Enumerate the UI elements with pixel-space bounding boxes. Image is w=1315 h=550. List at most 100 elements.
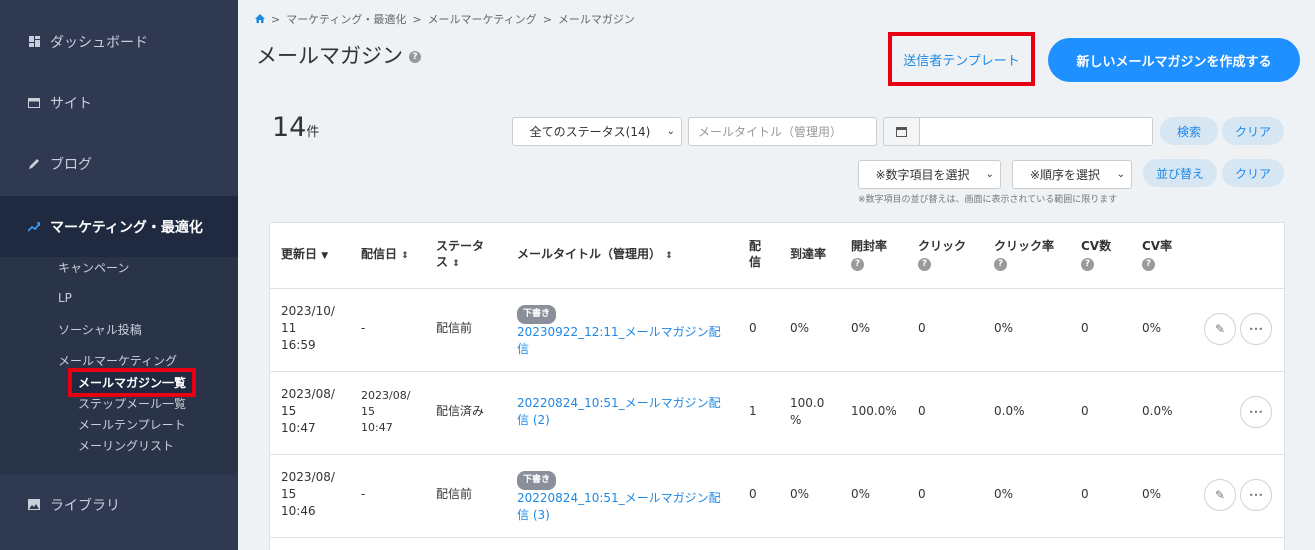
cell-cv: 0	[1081, 321, 1089, 335]
sub-mail-marketing[interactable]: メールマーケティング	[58, 352, 177, 369]
col-status[interactable]: ステータス ⇕	[436, 238, 484, 272]
sort-note: ※数字項目の並び替えは、画面に表示されている範囲に限ります	[858, 195, 1118, 205]
cell-click-rate: 0.0%	[994, 404, 1025, 418]
edit-button[interactable]: ✎	[1204, 313, 1236, 345]
cell-arrival: 100.0 %	[790, 395, 824, 429]
sidebar-item-label: マーケティング・最適化	[50, 219, 203, 236]
image-icon	[28, 499, 40, 511]
cell-send: 0	[749, 487, 757, 501]
sub-magazine-list[interactable]: メールマガジン一覧	[67, 368, 197, 397]
help-icon[interactable]: ?	[918, 257, 931, 271]
sidebar-item-blog[interactable]: ブログ	[0, 133, 238, 194]
more-button[interactable]: •••	[1240, 479, 1272, 511]
cell-text: 2023/08/	[281, 470, 335, 484]
sidebar-item-site[interactable]: サイト	[0, 72, 238, 133]
sort-button[interactable]: 並び替え	[1143, 159, 1217, 187]
row-divider	[270, 454, 1284, 455]
home-icon[interactable]	[255, 13, 265, 26]
cell-status: 配信前	[436, 487, 473, 501]
cell-text: 2023/10/	[281, 304, 335, 318]
help-icon[interactable]: ?	[409, 51, 421, 63]
help-icon[interactable]: ?	[1081, 257, 1094, 271]
cell-delivered: -	[361, 487, 366, 501]
title-link[interactable]: 20220824_10:51_メールマガジン配	[517, 396, 721, 410]
breadcrumb-item: メールマガジン	[557, 13, 635, 26]
sidebar-item-library[interactable]: ライブラリ	[0, 474, 238, 535]
col-cv-rate-label: CV率	[1142, 239, 1173, 253]
col-cv-rate: CV率?	[1142, 238, 1172, 271]
cell-updated: 2023/08/ 15 10:47	[281, 386, 335, 437]
cell-text: 11	[281, 321, 297, 335]
breadcrumb-item[interactable]: メールマーケティング	[428, 11, 537, 27]
title-link[interactable]: 20230922_12:11_メールマガジン配	[517, 325, 721, 339]
sub-social[interactable]: ソーシャル投稿	[58, 321, 142, 338]
cell-text: %	[790, 413, 802, 427]
cell-status: 配信前	[436, 321, 473, 335]
cell-cv-rate: 0%	[1142, 487, 1162, 501]
count-value: 14	[272, 112, 307, 143]
create-magazine-button[interactable]: 新しいメールマガジンを作成する	[1048, 38, 1300, 82]
sub-mail-template[interactable]: メールテンプレート	[78, 416, 186, 433]
edit-button[interactable]: ✎	[1204, 479, 1236, 511]
cell-send: 0	[749, 321, 757, 335]
cell-updated: 2023/10/ 11 16:59	[281, 303, 335, 354]
cell-updated: 2023/08/ 15 10:46	[281, 469, 335, 520]
number-field-select[interactable]: ※数字項目を選択 ⌄	[858, 160, 1001, 189]
search-button[interactable]: 検索	[1160, 117, 1218, 145]
cell-title: 下書き 20230922_12:11_メールマガジン配 信	[517, 304, 721, 358]
order-select[interactable]: ※順序を選択 ⌄	[1012, 160, 1132, 189]
col-title[interactable]: メールタイトル（管理用） ⇕	[517, 246, 673, 264]
date-range-input[interactable]	[919, 117, 1153, 146]
cell-cv-rate: 0%	[1142, 321, 1162, 335]
breadcrumb-item[interactable]: マーケティング・最適化	[286, 11, 406, 27]
cell-cv-rate: 0.0%	[1142, 404, 1173, 418]
col-open: 開封率?	[851, 238, 887, 271]
sidebar-item-dashboard[interactable]: ダッシュボード	[0, 11, 238, 72]
title-search-input[interactable]: メールタイトル（管理用）	[688, 117, 877, 146]
status-select[interactable]: 全てのステータス(14) ⌄	[512, 117, 682, 146]
cell-click: 0	[918, 404, 926, 418]
more-button[interactable]: •••	[1240, 396, 1272, 428]
title-link[interactable]: 信	[517, 342, 529, 356]
sender-template-button[interactable]: 送信者テンプレート	[888, 32, 1035, 86]
clear-button[interactable]: クリア	[1222, 117, 1284, 145]
col-status-label-2: ス	[436, 255, 449, 269]
col-updated[interactable]: 更新日 ▼	[281, 246, 328, 264]
draft-badge: 下書き	[517, 305, 557, 324]
sort-icon: ⇕	[452, 259, 460, 269]
help-icon[interactable]: ?	[851, 257, 864, 271]
row-divider	[270, 288, 1284, 289]
sub-lp[interactable]: LP	[58, 291, 72, 305]
help-icon[interactable]: ?	[1142, 257, 1155, 271]
page-title-text: メールマガジン	[256, 44, 403, 68]
cell-text: 100.0	[790, 396, 825, 410]
more-icon: •••	[1248, 324, 1264, 334]
col-delivered-label: 配信日	[361, 247, 398, 261]
col-send-label: 配	[749, 239, 762, 253]
clear-sort-button[interactable]: クリア	[1222, 159, 1284, 187]
sort-icon: ⇕	[401, 251, 409, 261]
more-button[interactable]: •••	[1240, 313, 1272, 345]
calendar-icon[interactable]	[883, 117, 919, 146]
sub-step-mail[interactable]: ステップメール一覧	[78, 395, 186, 412]
cell-text: 2023/08/	[281, 387, 335, 401]
title-link[interactable]: 20220824_10:51_メールマガジン配	[517, 491, 721, 505]
breadcrumb-sep: >	[271, 12, 281, 26]
cell-click-rate: 0%	[994, 487, 1014, 501]
row-divider	[270, 537, 1284, 538]
title-link[interactable]: 信 (2)	[517, 413, 550, 427]
title-link[interactable]: 信 (3)	[517, 508, 550, 522]
pencil-icon: ✎	[1214, 488, 1226, 502]
help-icon[interactable]: ?	[994, 257, 1007, 271]
sub-mailing-list[interactable]: メーリングリスト	[78, 437, 174, 454]
sidebar-item-marketing[interactable]: マーケティング・最適化	[0, 196, 238, 257]
col-delivered[interactable]: 配信日 ⇕	[361, 246, 409, 264]
cell-title: 下書き 20220824_10:51_メールマガジン配 信 (3)	[517, 470, 721, 524]
col-arrival: 到達率	[790, 247, 827, 261]
col-click-label: クリック	[918, 239, 967, 253]
chevron-down-icon: ⌄	[666, 126, 675, 137]
magazine-table: 更新日 ▼ 配信日 ⇕ ステータス ⇕ メールタイトル（管理用） ⇕ 配信 到達…	[269, 222, 1285, 550]
cell-text: 10:46	[281, 504, 316, 518]
col-title-label: メールタイトル（管理用）	[517, 247, 662, 261]
sub-campaign[interactable]: キャンペーン	[58, 259, 129, 276]
